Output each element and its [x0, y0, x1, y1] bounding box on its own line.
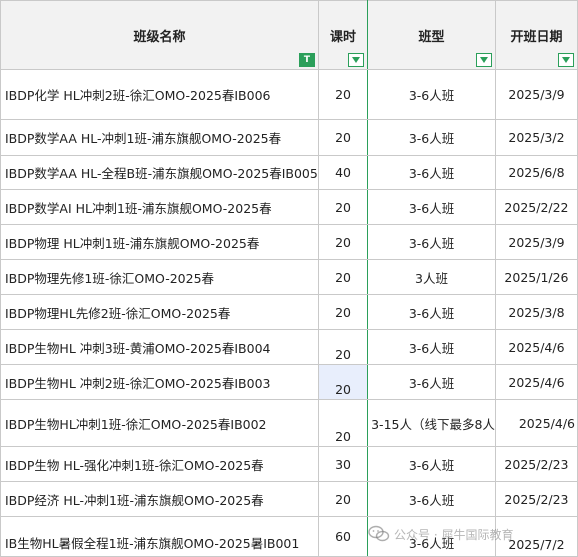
cell-class-type[interactable]: 3-6人班 — [367, 189, 496, 225]
cell-class-name[interactable]: IBDP数学AA HL-全程B班-浦东旗舰OMO-2025春IB005 — [0, 155, 319, 190]
header-class-type[interactable]: 班型 — [367, 0, 496, 70]
header-class-name[interactable]: 班级名称 T — [0, 0, 319, 70]
table-row: IBDP物理 HL冲刺1班-浦东旗舰OMO-2025春 20 3-6人班 202… — [0, 224, 578, 260]
cell-class-name[interactable]: IBDP化学 HL冲刺2班-徐汇OMO-2025春IB006 — [0, 69, 319, 120]
cell-start-date[interactable]: 2025/4/6 — [494, 399, 578, 447]
cell-class-name[interactable]: IBDP生物HL 冲刺2班-徐汇OMO-2025春IB003 — [0, 364, 319, 400]
table-row: IBDP物理先修1班-徐汇OMO-2025春 20 3人班 2025/1/26 — [0, 259, 578, 295]
cell-start-date[interactable]: 2025/1/26 — [494, 259, 578, 295]
cell-class-type[interactable]: 3-15人（线下最多8人 — [367, 399, 496, 447]
table-row: IBDP生物HL 冲刺3班-黄浦OMO-2025春IB004 20 3-6人班 … — [0, 329, 578, 365]
cell-hours[interactable]: 20 — [317, 119, 369, 156]
cell-class-type[interactable]: 3-6人班 — [367, 69, 496, 120]
cell-start-date[interactable]: 2025/3/2 — [494, 119, 578, 156]
table-row: IBDP物理HL先修2班-徐汇OMO-2025春 20 3-6人班 2025/3… — [0, 294, 578, 330]
cell-hours[interactable]: 20 — [317, 399, 369, 447]
cell-start-date[interactable]: 2025/2/23 — [494, 446, 578, 482]
cell-start-date[interactable]: 2025/4/6 — [494, 364, 578, 400]
cell-hours[interactable]: 20 — [317, 329, 369, 365]
header-hours-label: 课时 — [330, 29, 357, 45]
header-class-name-label: 班级名称 — [133, 29, 186, 45]
cell-class-name[interactable]: IBDP物理 HL冲刺1班-浦东旗舰OMO-2025春 — [0, 224, 319, 260]
cell-class-type[interactable]: 3-6人班 — [367, 119, 496, 156]
cell-start-date[interactable]: 2025/3/9 — [494, 69, 578, 120]
spreadsheet: 班级名称 T 课时 班型 开班日期 IBDP化学 HL冲刺2班-徐汇OMO-20… — [0, 0, 578, 557]
filter-dropdown-icon[interactable] — [348, 53, 365, 67]
cell-start-date[interactable]: 2025/4/6 — [494, 329, 578, 365]
filter-dropdown-icon[interactable] — [475, 53, 492, 67]
cell-class-name[interactable]: IBDP生物 HL-强化冲刺1班-徐汇OMO-2025春 — [0, 446, 319, 482]
header-start-date-label: 开班日期 — [510, 29, 563, 45]
cell-class-type[interactable]: 3-6人班 — [367, 224, 496, 260]
table-row: IBDP生物HL冲刺1班-徐汇OMO-2025春IB002 20 3-15人（线… — [0, 399, 578, 447]
cell-class-type[interactable]: 3-6人班 — [367, 364, 496, 400]
cell-hours[interactable]: 30 — [317, 446, 369, 482]
table-row: IBDP化学 HL冲刺2班-徐汇OMO-2025春IB006 20 3-6人班 … — [0, 69, 578, 120]
cell-start-date[interactable]: 2025/3/8 — [494, 294, 578, 330]
cell-class-type[interactable]: 3-6人班 — [367, 155, 496, 190]
cell-class-name[interactable]: IBDP数学AA HL-冲刺1班-浦东旗舰OMO-2025春 — [0, 119, 319, 156]
cell-start-date[interactable]: 2025/3/9 — [494, 224, 578, 260]
class-table: 班级名称 T 课时 班型 开班日期 IBDP化学 HL冲刺2班-徐汇OMO-20… — [0, 0, 578, 557]
watermark: 公众号 · 犀牛国际教育 — [368, 521, 578, 547]
cell-class-type[interactable]: 3-6人班 — [367, 446, 496, 482]
cell-start-date[interactable]: 2025/6/8 — [494, 155, 578, 190]
table-row: IBDP生物HL 冲刺2班-徐汇OMO-2025春IB003 20 3-6人班 … — [0, 364, 578, 400]
cell-hours[interactable]: 20 — [317, 481, 369, 517]
table-row: IBDP数学AA HL-全程B班-浦东旗舰OMO-2025春IB005 40 3… — [0, 155, 578, 190]
cell-class-name[interactable]: IBDP经济 HL-冲刺1班-浦东旗舰OMO-2025春 — [0, 481, 319, 517]
cell-start-date[interactable]: 2025/2/22 — [494, 189, 578, 225]
cell-hours[interactable]: 40 — [317, 155, 369, 190]
table-row: IBDP生物 HL-强化冲刺1班-徐汇OMO-2025春 30 3-6人班 20… — [0, 446, 578, 482]
header-hours[interactable]: 课时 — [317, 0, 369, 70]
watermark-text: 公众号 · 犀牛国际教育 — [394, 527, 514, 542]
wechat-icon — [368, 525, 390, 542]
cell-hours[interactable]: 20 — [317, 259, 369, 295]
cell-class-type[interactable]: 3-6人班 — [367, 481, 496, 517]
cell-class-type[interactable]: 3-6人班 — [367, 294, 496, 330]
cell-class-name[interactable]: IB生物HL暑假全程1班-浦东旗舰OMO-2025暑IB001 — [0, 516, 319, 557]
header-start-date[interactable]: 开班日期 — [494, 0, 578, 70]
filter-active-icon[interactable]: T — [298, 53, 315, 67]
cell-hours[interactable]: 20 — [317, 69, 369, 120]
header-class-type-label: 班型 — [418, 29, 445, 45]
cell-class-type[interactable]: 3-6人班 — [367, 329, 496, 365]
cell-class-name[interactable]: IBDP生物HL 冲刺3班-黄浦OMO-2025春IB004 — [0, 329, 319, 365]
filter-dropdown-icon[interactable] — [558, 53, 574, 67]
cell-class-name[interactable]: IBDP物理HL先修2班-徐汇OMO-2025春 — [0, 294, 319, 330]
table-row: IBDP数学AA HL-冲刺1班-浦东旗舰OMO-2025春 20 3-6人班 … — [0, 119, 578, 156]
cell-class-type[interactable]: 3人班 — [367, 259, 496, 295]
cell-hours-selected[interactable]: 20 — [317, 364, 369, 400]
cell-class-name[interactable]: IBDP数学AI HL冲刺1班-浦东旗舰OMO-2025春 — [0, 189, 319, 225]
cell-hours[interactable]: 20 — [317, 224, 369, 260]
cell-class-name[interactable]: IBDP生物HL冲刺1班-徐汇OMO-2025春IB002 — [0, 399, 319, 447]
table-row: IBDP数学AI HL冲刺1班-浦东旗舰OMO-2025春 20 3-6人班 2… — [0, 189, 578, 225]
table-row: IBDP经济 HL-冲刺1班-浦东旗舰OMO-2025春 20 3-6人班 20… — [0, 481, 578, 517]
cell-class-name[interactable]: IBDP物理先修1班-徐汇OMO-2025春 — [0, 259, 319, 295]
cell-hours[interactable]: 60 — [317, 516, 369, 557]
cell-hours[interactable]: 20 — [317, 294, 369, 330]
cell-hours[interactable]: 20 — [317, 189, 369, 225]
cell-start-date[interactable]: 2025/2/23 — [494, 481, 578, 517]
